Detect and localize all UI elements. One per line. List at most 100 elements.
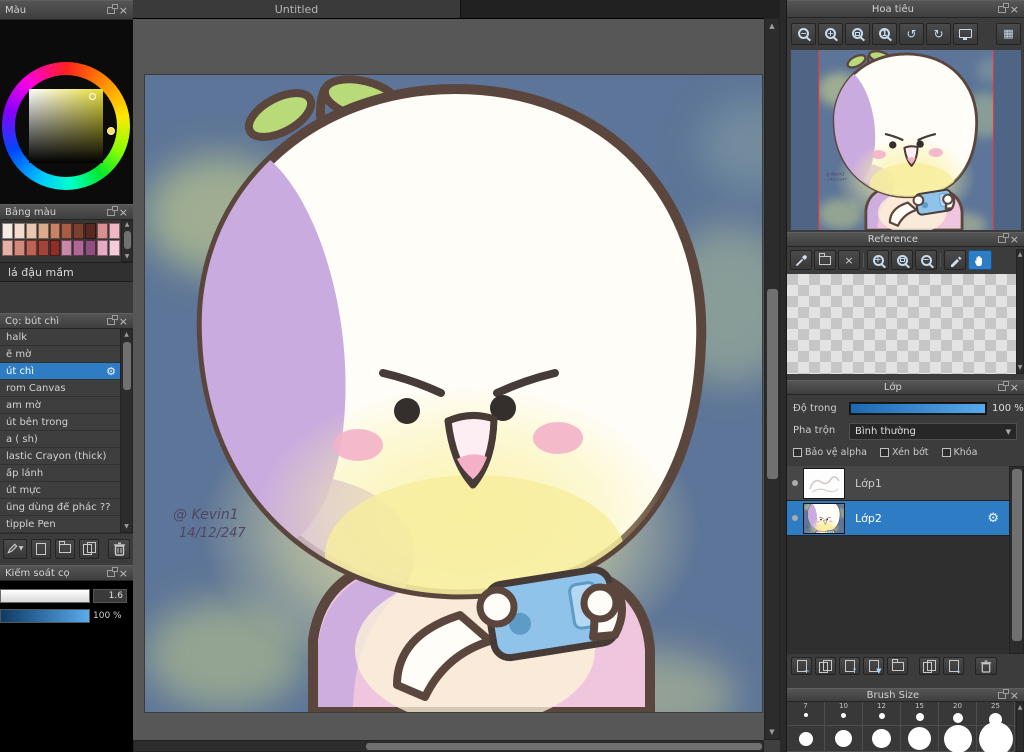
- new-layer-button[interactable]: +: [791, 657, 812, 675]
- close-icon[interactable]: ×: [1010, 4, 1019, 15]
- brush-item[interactable]: út bên trong: [0, 414, 120, 431]
- palette-swatch[interactable]: [13, 223, 25, 239]
- brush-item[interactable]: tipple Pen: [0, 516, 120, 533]
- canvas-hscrollbar[interactable]: [133, 740, 764, 752]
- brush-size-cell[interactable]: 12: [863, 702, 901, 726]
- brush-size-cell[interactable]: [863, 726, 901, 752]
- brush-item[interactable]: am mờ: [0, 397, 120, 414]
- scroll-down-icon[interactable]: ▼: [122, 253, 132, 261]
- palette-swatch[interactable]: [73, 240, 85, 256]
- palette-swatch[interactable]: [97, 240, 109, 256]
- close-icon[interactable]: ×: [119, 5, 128, 16]
- brush-item[interactable]: ẽ mờ: [0, 346, 120, 363]
- brush-folder-button[interactable]: [55, 538, 75, 559]
- brush-size-value[interactable]: 1.6: [93, 589, 127, 603]
- scroll-down-icon[interactable]: ▼: [121, 523, 132, 531]
- palette-swatch[interactable]: [37, 223, 49, 239]
- palette-swatch[interactable]: [109, 240, 120, 256]
- layer-thumbnail[interactable]: [803, 467, 845, 499]
- opacity-slider[interactable]: [849, 402, 987, 415]
- reference-canvas[interactable]: [787, 274, 1016, 374]
- reference-scrollbar[interactable]: ▲ ▼: [1016, 249, 1024, 374]
- close-icon[interactable]: ×: [119, 568, 128, 579]
- palette-swatch[interactable]: [61, 240, 73, 256]
- close-icon[interactable]: ×: [1010, 382, 1019, 393]
- scroll-down-icon[interactable]: ▼: [765, 728, 779, 736]
- scrollbar-thumb[interactable]: [123, 342, 131, 390]
- scroll-up-icon[interactable]: ▲: [121, 331, 132, 339]
- layer-settings-gear-icon[interactable]: ⚙: [987, 512, 999, 525]
- palette-swatch[interactable]: [13, 240, 25, 256]
- palette-swatch[interactable]: [61, 223, 73, 239]
- canvas-vscrollbar[interactable]: ▲ ▼: [764, 18, 780, 740]
- scroll-up-icon[interactable]: ▲: [765, 22, 779, 30]
- scroll-up-icon[interactable]: ▲: [1017, 251, 1023, 259]
- reference-folder-button[interactable]: [814, 250, 836, 270]
- palette-swatch[interactable]: [109, 223, 120, 239]
- brush-opacity-slider[interactable]: [0, 609, 90, 623]
- scrollbar-thumb[interactable]: [124, 231, 131, 249]
- brush-item[interactable]: út mực: [0, 482, 120, 499]
- zoom-actual-button[interactable]: 1: [872, 22, 897, 45]
- layer-thumbnail[interactable]: [803, 502, 845, 534]
- scrollbar-thumb[interactable]: [767, 289, 778, 479]
- close-icon[interactable]: ×: [1010, 690, 1019, 701]
- new-brush-button[interactable]: [31, 538, 51, 559]
- layer-visibility-icon[interactable]: [792, 480, 798, 486]
- brush-size-cell[interactable]: [901, 726, 939, 752]
- layer-up-button[interactable]: ↑: [839, 657, 860, 675]
- copy-layer-button[interactable]: [919, 657, 940, 675]
- palette-swatch[interactable]: [49, 223, 61, 239]
- zoom-in-button[interactable]: +: [818, 22, 843, 45]
- brush-item[interactable]: a ( sh): [0, 431, 120, 448]
- reference-hand-button[interactable]: [968, 250, 992, 270]
- layer-row[interactable]: Lớp1: [787, 466, 1009, 501]
- canvas-artwork[interactable]: [145, 75, 762, 712]
- sv-square[interactable]: [29, 89, 103, 163]
- new-folder-button[interactable]: [887, 657, 908, 675]
- layer-visibility-icon[interactable]: [792, 515, 798, 521]
- brush-list-scrollbar[interactable]: ▲ ▼: [120, 329, 133, 533]
- palette-swatch[interactable]: [25, 223, 37, 239]
- checkbox-box-icon[interactable]: [941, 448, 951, 457]
- palette-swatch[interactable]: [85, 223, 97, 239]
- rotate-cw-button[interactable]: ↻: [926, 22, 951, 45]
- reference-zoom-fit-button[interactable]: [891, 250, 913, 270]
- palette-swatch[interactable]: [49, 240, 61, 256]
- layer-row-selected[interactable]: Lớp2 ⚙: [787, 501, 1009, 536]
- brush-size-cell[interactable]: [939, 724, 977, 752]
- delete-layer-button[interactable]: [975, 657, 997, 675]
- delete-brush-button[interactable]: [108, 538, 130, 559]
- popout-icon[interactable]: [106, 3, 118, 14]
- fit-screen-button[interactable]: [953, 22, 978, 45]
- scroll-up-icon[interactable]: ▲: [122, 221, 132, 229]
- layer-checkbox-clipping[interactable]: Xén bớt: [880, 447, 929, 458]
- scroll-down-icon[interactable]: ▼: [1017, 364, 1023, 372]
- scrollbar-thumb[interactable]: [1012, 469, 1022, 641]
- brush-size-cell[interactable]: [825, 726, 863, 752]
- blend-dropdown[interactable]: Bình thường ▼: [849, 423, 1017, 440]
- brush-item[interactable]: rom Canvas: [0, 380, 120, 397]
- brush-item[interactable]: lastic Crayon (thick): [0, 448, 120, 465]
- duplicate-layer-button[interactable]: [815, 657, 836, 675]
- brush-menu-button[interactable]: ▼: [3, 538, 27, 559]
- brush-item[interactable]: út chì ⚙: [0, 363, 120, 380]
- hue-marker-icon[interactable]: [107, 127, 115, 135]
- zoom-fit-button[interactable]: [845, 22, 870, 45]
- palette-scrollbar[interactable]: ▲ ▼: [121, 220, 133, 262]
- close-icon[interactable]: ×: [119, 316, 128, 327]
- rotate-ccw-button[interactable]: ↺: [899, 22, 924, 45]
- navigator-viewport[interactable]: [791, 50, 1021, 230]
- scroll-up-icon[interactable]: ▲: [1017, 704, 1023, 712]
- brush-item[interactable]: ũng dùng để phác ??: [0, 499, 120, 516]
- navigator-image-button[interactable]: ▦: [996, 22, 1021, 45]
- brush-size-slider[interactable]: [0, 589, 90, 603]
- popout-icon[interactable]: [106, 314, 118, 325]
- palette-swatch[interactable]: [25, 240, 37, 256]
- palette-swatch[interactable]: [85, 240, 97, 256]
- close-icon[interactable]: ×: [119, 207, 128, 218]
- zoom-out-button[interactable]: −: [791, 22, 816, 45]
- reference-picker-button[interactable]: [944, 250, 966, 270]
- layer-checkbox-protect-alpha[interactable]: Bảo vệ alpha: [793, 447, 867, 458]
- brush-item[interactable]: halk: [0, 329, 120, 346]
